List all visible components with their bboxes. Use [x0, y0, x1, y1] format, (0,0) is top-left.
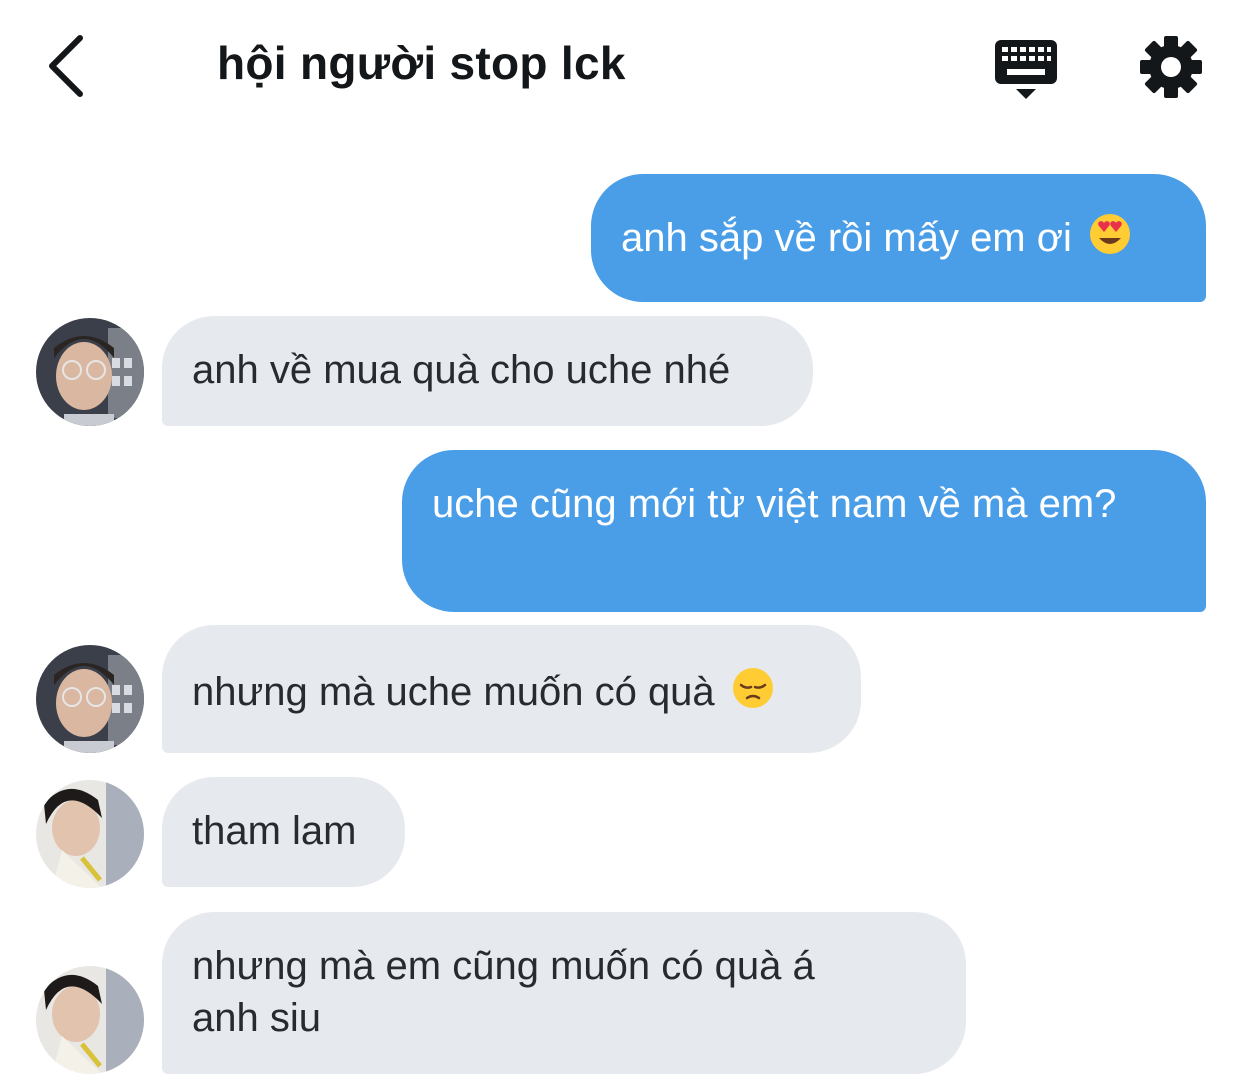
avatar-user-a[interactable]: [36, 645, 144, 753]
message-text: nhưng mà em cũng muốn có quà á anh siu: [192, 944, 815, 1040]
chat-title: hội người stop lck: [217, 37, 626, 89]
heart-eyes-emoji-icon: [1089, 213, 1131, 268]
chat-header: hội người stop lck: [0, 0, 1242, 140]
message-bubble-incoming[interactable]: tham lam: [162, 777, 405, 887]
message-text: uche cũng mới từ việt nam về mà em?: [432, 482, 1117, 526]
back-arrow-icon: [49, 35, 83, 97]
message-text: anh về mua quà cho uche nhé: [192, 348, 731, 392]
back-button[interactable]: [38, 30, 98, 102]
avatar-user-a[interactable]: [36, 318, 144, 426]
message-bubble-incoming[interactable]: nhưng mà em cũng muốn có quà á anh siu: [162, 912, 966, 1074]
message-bubble-outgoing[interactable]: anh sắp về rồi mấy em ơi: [591, 174, 1206, 302]
keyboard-button[interactable]: [993, 38, 1059, 102]
message-bubble-incoming[interactable]: anh về mua quà cho uche nhé: [162, 316, 813, 426]
message-bubble-incoming[interactable]: nhưng mà uche muốn có quà: [162, 625, 861, 753]
pensive-emoji-icon: [732, 667, 774, 722]
avatar-user-b[interactable]: [36, 780, 144, 888]
message-text: anh sắp về rồi mấy em ơi: [621, 216, 1072, 260]
keyboard-icon: [995, 40, 1057, 99]
avatar-user-b[interactable]: [36, 966, 144, 1074]
message-text: tham lam: [192, 809, 357, 853]
settings-button[interactable]: [1138, 34, 1204, 100]
message-bubble-outgoing[interactable]: uche cũng mới từ việt nam về mà em?: [402, 450, 1206, 612]
gear-icon: [1140, 36, 1202, 98]
message-text: nhưng mà uche muốn có quà: [192, 670, 715, 714]
